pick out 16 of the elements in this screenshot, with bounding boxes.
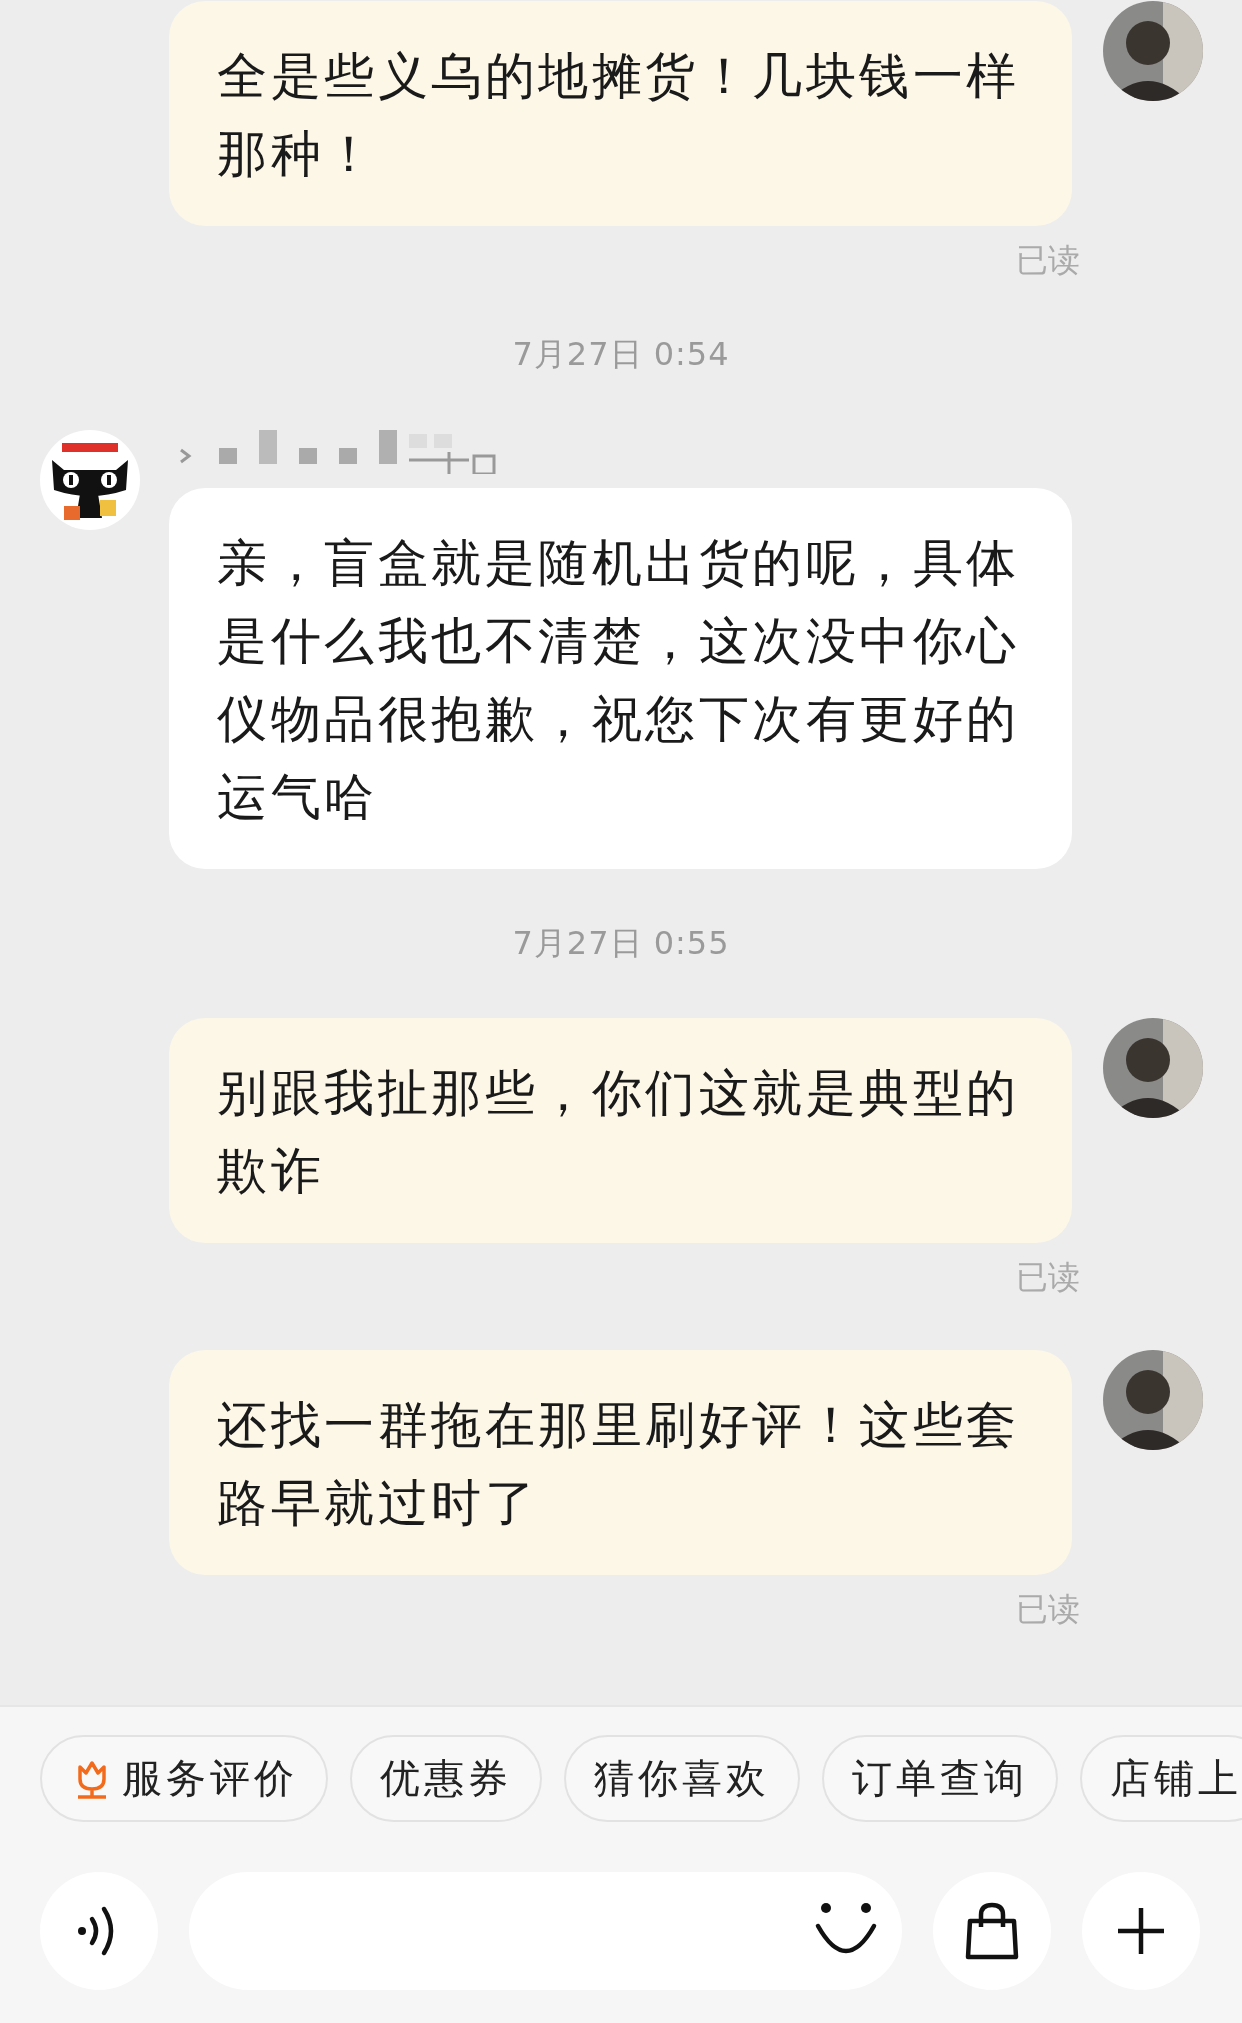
cat-logo-icon bbox=[40, 430, 140, 530]
read-status: 已读 bbox=[1016, 1589, 1080, 1629]
quick-reply-chip[interactable]: 猜你喜欢 bbox=[564, 1735, 800, 1822]
quick-reply-chip[interactable]: 订单查询 bbox=[822, 1735, 1058, 1822]
timestamp: 7月27日 0:55 bbox=[512, 923, 730, 964]
message-bubble: 全是些义乌的地摊货！几块钱一样那种！ bbox=[169, 1, 1072, 226]
message-bubble: 别跟我扯那些，你们这就是典型的欺诈 bbox=[169, 1018, 1072, 1243]
quick-reply-chip[interactable]: 优惠券 bbox=[350, 1735, 542, 1822]
timestamp: 7月27日 0:54 bbox=[512, 334, 730, 375]
quick-reply-chip[interactable]: 店铺上 bbox=[1080, 1735, 1242, 1822]
message-bubble: 还找一群拖在那里刷好评！这些套路早就过时了 bbox=[169, 1350, 1072, 1575]
read-status: 已读 bbox=[1016, 1257, 1080, 1297]
quick-reply-chip[interactable]: 服务评价 bbox=[40, 1735, 328, 1822]
read-status: 已读 bbox=[1016, 240, 1080, 280]
message-bubble: 亲，盲盒就是随机出货的呢，具体是什么我也不清楚，这次没中你心仪物品很抱歉，祝您下次有更好的运气哈 bbox=[169, 488, 1072, 869]
plus-icon bbox=[1116, 1906, 1166, 1956]
